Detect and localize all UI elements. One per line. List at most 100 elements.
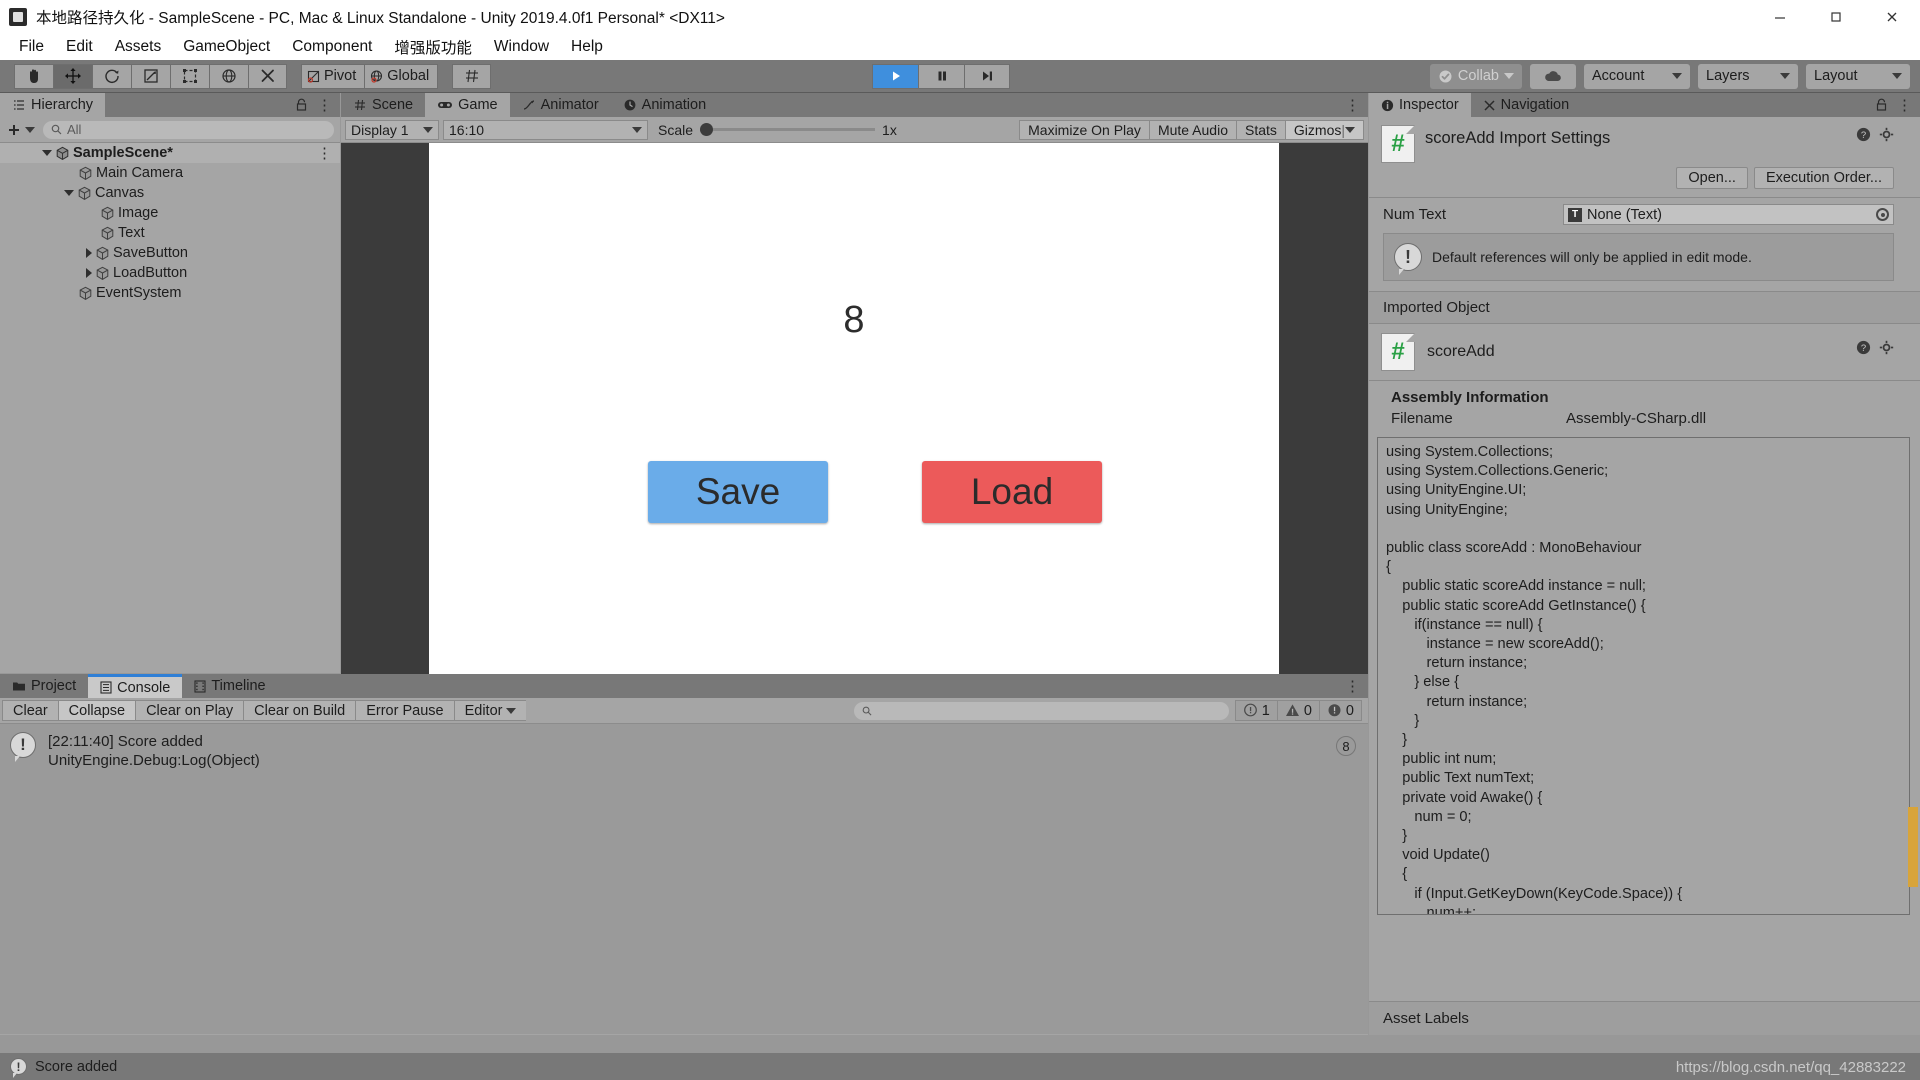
hierarchy-row-menu-icon[interactable]: ⋮ [317,146,332,161]
game-tab-icon [438,102,453,108]
chevron-down-icon[interactable] [42,150,52,156]
grid-snap-icon[interactable] [452,63,492,89]
display-dropdown[interactable]: Display 1 [345,119,439,140]
account-dropdown[interactable]: Account [1584,63,1690,89]
assembly-information: Assembly Information Filename Assembly-C… [1369,380,1920,435]
hierarchy-row-canvas[interactable]: Canvas [0,183,340,203]
layers-dropdown[interactable]: Layers [1698,63,1798,89]
collab-button[interactable]: Collab [1429,63,1522,89]
inspector-scrollbar-thumb[interactable] [1908,807,1918,887]
aspect-dropdown[interactable]: 16:10 [443,119,648,140]
menu-gameobject[interactable]: GameObject [172,35,281,59]
menu-enhanced[interactable]: 增强版功能 [383,33,483,61]
console-log-line1: [22:11:40] Score added [48,733,203,750]
execution-order-button[interactable]: Execution Order... [1753,167,1894,189]
create-gameobject-button[interactable] [6,122,35,138]
chevron-down-icon[interactable] [64,190,74,196]
warning-count[interactable]: 0 [1276,700,1319,721]
custom-tool-icon[interactable] [248,63,287,89]
scale-slider-handle[interactable] [700,123,714,136]
scale-tool-icon[interactable] [131,63,170,89]
hierarchy-row-maincamera[interactable]: Main Camera [0,163,340,183]
hierarchy-search-input[interactable]: All [43,120,334,139]
tab-project[interactable]: Project [0,674,89,698]
console-menu-icon[interactable]: ⋮ [1345,679,1360,694]
clear-on-play-button[interactable]: Clear on Play [135,700,244,721]
tab-game[interactable]: Game [425,93,510,117]
rect-tool-icon[interactable] [170,63,209,89]
tab-navigation[interactable]: Navigation [1470,93,1582,117]
chevron-right-icon[interactable] [86,268,92,278]
chevron-down-icon [1345,126,1355,133]
info-count[interactable]: 1 [1234,700,1277,721]
tab-inspector[interactable]: Inspector [1369,93,1471,117]
global-toggle[interactable]: Global [364,63,439,89]
move-tool-icon[interactable] [53,63,92,89]
mute-audio-button[interactable]: Mute Audio [1148,119,1236,140]
menu-window[interactable]: Window [483,35,560,59]
clear-button[interactable]: Clear [2,700,58,721]
editor-dropdown[interactable]: Editor [453,700,527,721]
search-icon [862,706,872,715]
tab-hierarchy-label: Hierarchy [31,97,94,113]
inspector-tab-icons: ⋮ [1875,93,1912,117]
hierarchy-row-text[interactable]: Text [0,223,340,243]
tab-timeline[interactable]: Timeline [182,674,278,698]
error-pause-button[interactable]: Error Pause [355,700,454,721]
gizmos-button[interactable]: Gizmos | [1284,119,1364,140]
layout-dropdown[interactable]: Layout [1806,63,1910,89]
console-search-input[interactable] [853,701,1229,720]
hierarchy-row-label: EventSystem [96,285,182,301]
menu-help[interactable]: Help [560,35,614,59]
watermark: https://blog.csdn.net/qq_42883222 [1675,1059,1906,1076]
tab-scene[interactable]: Scene [341,93,426,117]
asset-labels-header: Asset Labels [1369,1001,1920,1035]
console-log-entry[interactable]: ! [22:11:40] Score added UnityEngine.Debug… [0,724,1368,778]
hierarchy-row-savebutton[interactable]: SaveButton [0,243,340,263]
step-button[interactable] [964,63,1010,89]
open-button[interactable]: Open... [1676,167,1748,189]
hierarchy-row-samplescene[interactable]: SampleScene* ⋮ [0,143,340,163]
hierarchy-menu-icon[interactable]: ⋮ [317,98,332,113]
maximize-on-play-button[interactable]: Maximize On Play [1019,119,1149,140]
error-count[interactable]: 0 [1318,700,1362,721]
gameview-menu-icon[interactable]: ⋮ [1345,98,1360,113]
hierarchy-row-image[interactable]: Image [0,203,340,223]
pivot-toggle[interactable]: Pivot [301,63,365,89]
maximize-icon[interactable] [1808,0,1864,33]
rotate-tool-icon[interactable] [92,63,131,89]
pause-button[interactable] [918,63,964,89]
hierarchy-row-loadbutton[interactable]: LoadButton [0,263,340,283]
close-icon[interactable] [1864,0,1920,33]
play-button[interactable] [872,63,918,89]
chevron-down-icon [506,707,517,714]
save-button[interactable]: Save [648,461,828,523]
hierarchy-panel: Hierarchy ⋮ All SampleScene* ⋮ Main Camera… [0,93,340,673]
chevron-right-icon[interactable] [86,248,92,258]
transform-tool-icon[interactable] [209,63,248,89]
menu-component[interactable]: Component [281,35,383,59]
menu-edit[interactable]: Edit [55,35,104,59]
stats-button[interactable]: Stats [1236,119,1285,140]
tab-animation[interactable]: Animation [610,93,719,117]
collapse-button[interactable]: Collapse [57,700,136,721]
load-button[interactable]: Load [922,461,1102,523]
tab-hierarchy[interactable]: Hierarchy [0,93,106,117]
clear-on-build-button[interactable]: Clear on Build [243,700,356,721]
menu-assets[interactable]: Assets [104,35,173,59]
tab-console[interactable]: Console [88,674,183,698]
hand-tool-icon[interactable] [14,63,53,89]
num-text-object-field[interactable]: T None (Text) [1563,204,1894,225]
tab-animator[interactable]: Animator [509,93,611,117]
cloud-button[interactable] [1530,63,1576,89]
num-text-value: None (Text) [1587,206,1662,223]
gameobject-icon [95,266,109,280]
inspector-menu-icon[interactable]: ⋮ [1897,98,1912,113]
scale-slider[interactable] [700,123,876,136]
navigation-icon [1484,99,1495,111]
chevron-down-icon [25,126,35,133]
object-picker-icon[interactable] [1876,208,1889,221]
minimize-icon[interactable] [1752,0,1808,33]
menu-file[interactable]: File [8,35,55,59]
hierarchy-row-eventsystem[interactable]: EventSystem [0,283,340,303]
